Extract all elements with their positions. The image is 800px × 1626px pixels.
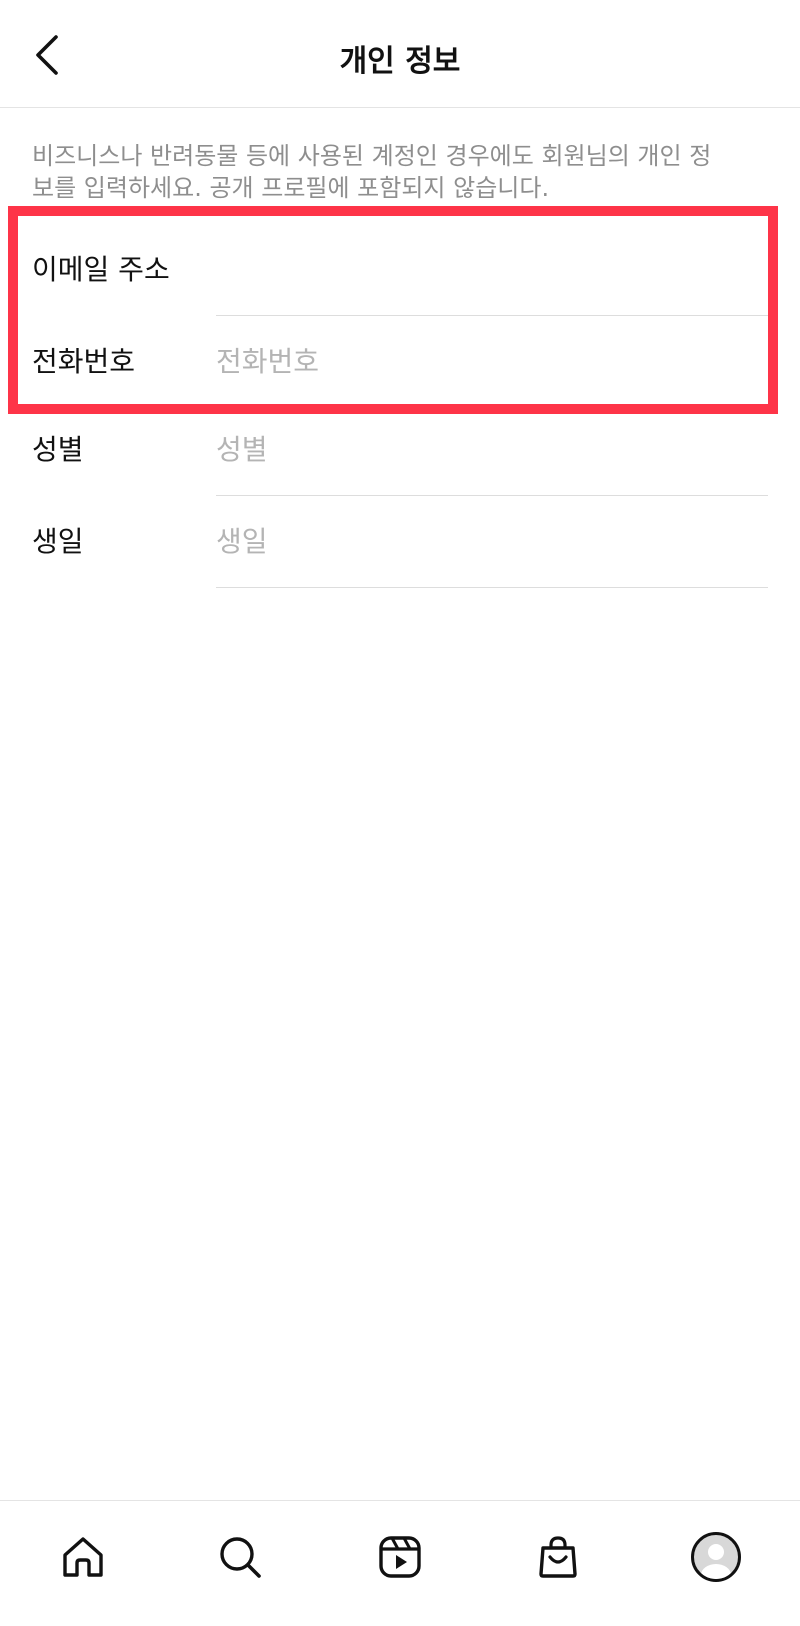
nav-shop-button[interactable]	[528, 1527, 588, 1587]
top-header: 개인 정보	[0, 0, 800, 108]
gender-field[interactable]	[216, 404, 768, 495]
nav-search-button[interactable]	[210, 1527, 270, 1587]
email-field-wrap	[216, 224, 768, 316]
nav-home-button[interactable]	[53, 1527, 113, 1587]
phone-field-wrap	[216, 316, 768, 408]
page-title: 개인 정보	[339, 44, 461, 79]
profile-avatar-icon	[691, 1532, 741, 1582]
bottom-navigation	[0, 1500, 800, 1626]
personal-info-page: 개인 정보 비즈니스나 반려동물 등에 사용된 계정인 경우에도 회원님의 개인…	[0, 0, 800, 1626]
birthday-row: 생일	[0, 496, 800, 588]
phone-label: 전화번호	[32, 345, 136, 378]
nav-reels-button[interactable]	[370, 1527, 430, 1587]
birthday-label: 생일	[32, 525, 84, 558]
info-description: 비즈니스나 반려동물 등에 사용된 계정인 경우에도 회원님의 개인 정보를 입…	[32, 142, 712, 202]
birthday-field[interactable]	[216, 496, 768, 587]
shopping-bag-icon	[539, 1536, 577, 1578]
email-field[interactable]	[216, 224, 768, 315]
gender-field-wrap	[216, 404, 768, 496]
birthday-field-wrap	[216, 496, 768, 588]
phone-row: 전화번호	[0, 316, 800, 408]
gender-label: 성별	[32, 433, 84, 466]
search-icon	[220, 1537, 261, 1578]
email-label: 이메일 주소	[32, 253, 170, 286]
reels-icon	[379, 1536, 421, 1578]
nav-profile-button[interactable]	[686, 1527, 746, 1587]
email-row: 이메일 주소	[0, 224, 800, 316]
home-icon	[63, 1537, 103, 1577]
phone-field[interactable]	[216, 316, 768, 407]
gender-row: 성별	[0, 404, 800, 496]
